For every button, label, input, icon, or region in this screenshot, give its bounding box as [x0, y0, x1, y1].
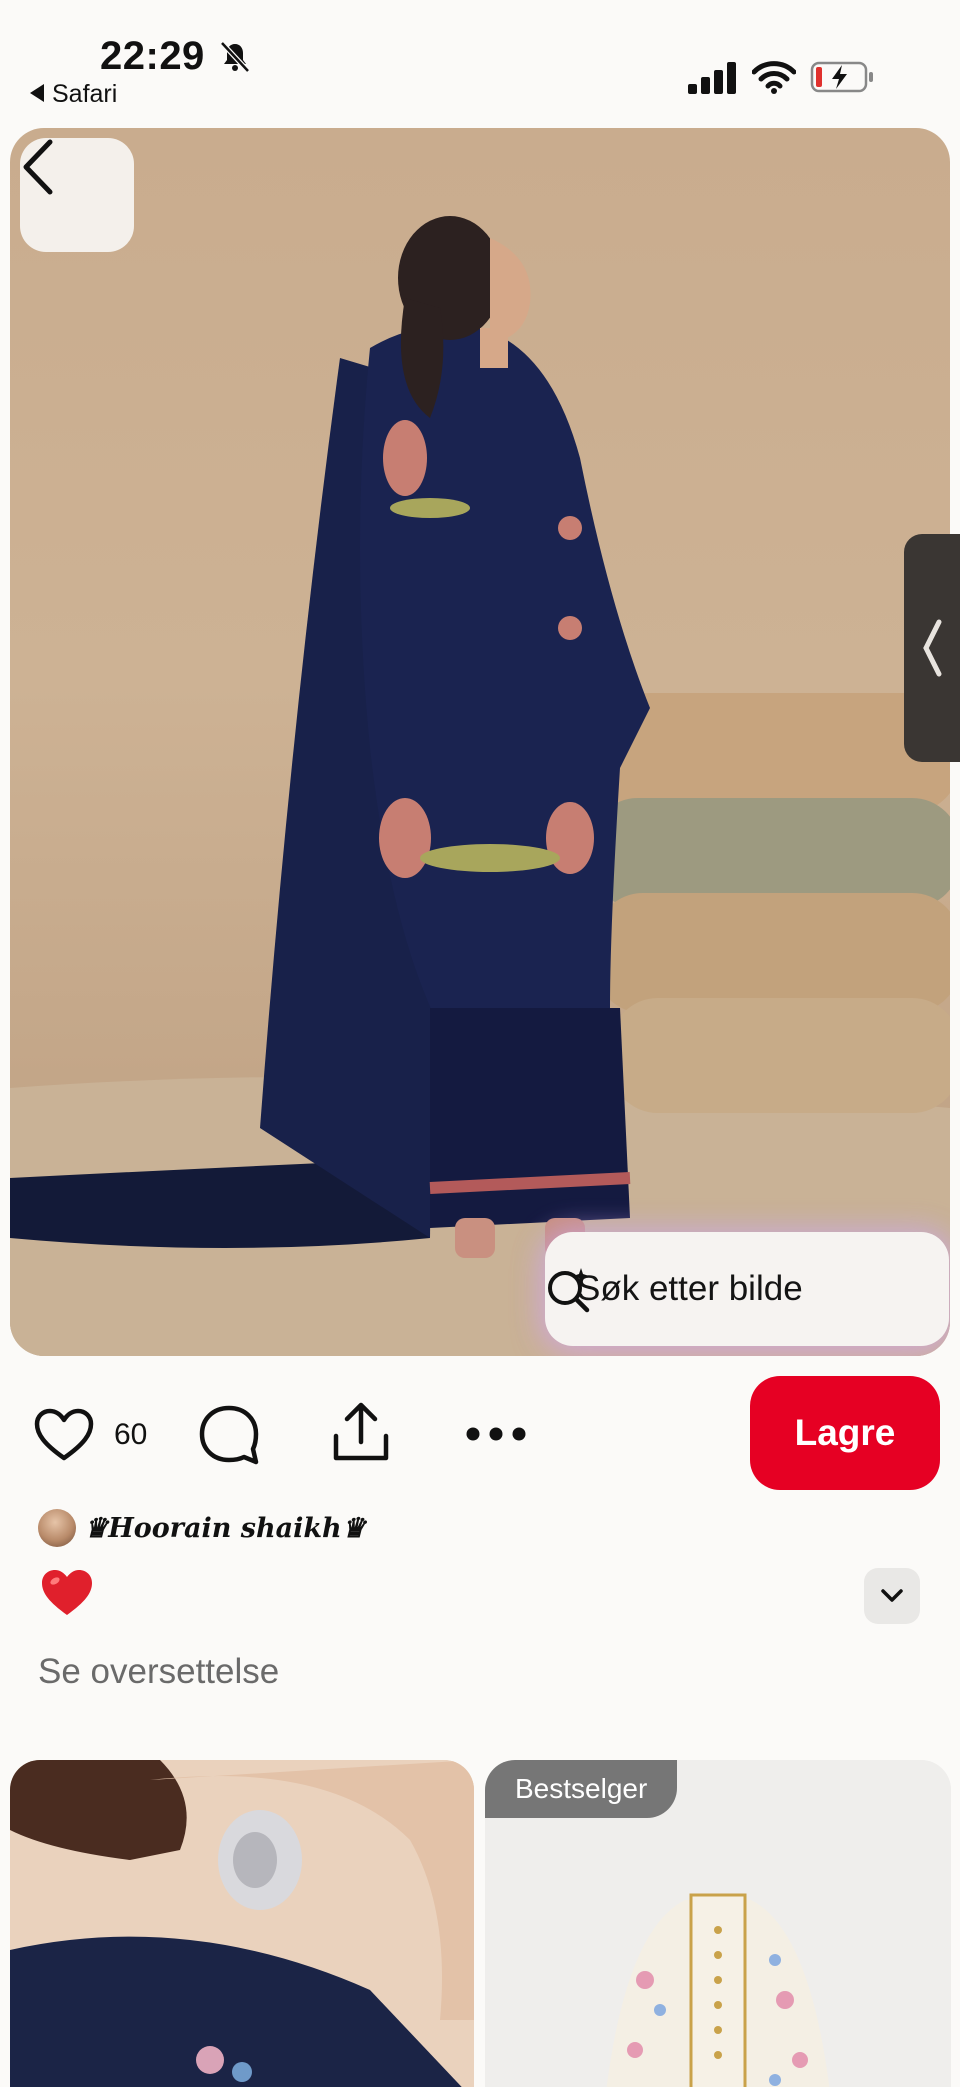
back-to-safari-link[interactable]: Safari	[30, 80, 117, 109]
pin-action-bar: 60 Lagre	[0, 1376, 960, 1492]
pin-photo	[10, 216, 950, 1356]
status-bar: 22:29 Safari	[0, 0, 960, 120]
red-heart-emoji	[42, 1570, 92, 1615]
bell-slash-icon	[220, 41, 250, 73]
pin-image[interactable]: Søk etter bilde	[10, 128, 950, 1356]
signal-icon	[688, 62, 736, 94]
see-translation-link[interactable]: Se oversettelse	[38, 1652, 279, 1692]
clock: 22:29	[100, 34, 205, 78]
visual-search-icon	[548, 1268, 590, 1313]
share-icon[interactable]	[330, 1400, 392, 1464]
related-pin-card[interactable]: Bestselger	[485, 1760, 951, 2087]
related-pin-card[interactable]	[10, 1760, 474, 2087]
comment-icon[interactable]	[198, 1404, 260, 1466]
visual-search-label: Søk etter bilde	[577, 1269, 803, 1308]
back-arrow-icon	[23, 139, 53, 195]
author-name[interactable]: ♛Hoorain shaikh♛	[84, 1513, 366, 1544]
like-count: 60	[114, 1418, 148, 1451]
battery-charging-icon	[810, 61, 873, 93]
avatar[interactable]	[38, 1509, 76, 1547]
bestseller-badge: Bestselger	[485, 1760, 678, 1818]
save-button[interactable]: Lagre	[750, 1376, 940, 1490]
visual-search-button[interactable]: Søk etter bilde	[545, 1232, 949, 1346]
chevron-left-icon	[923, 619, 942, 677]
wifi-icon	[752, 61, 796, 94]
more-icon[interactable]	[464, 1424, 528, 1444]
back-button[interactable]	[20, 138, 134, 252]
chevron-down-icon	[881, 1589, 903, 1602]
related-pin-image	[10, 1760, 474, 2087]
back-triangle-icon	[30, 84, 44, 103]
pin-author[interactable]: ♛Hoorain shaikh♛	[38, 1508, 366, 1548]
expand-description-button[interactable]	[864, 1568, 920, 1624]
side-drawer-handle[interactable]	[904, 534, 960, 762]
heart-icon[interactable]	[34, 1408, 94, 1462]
